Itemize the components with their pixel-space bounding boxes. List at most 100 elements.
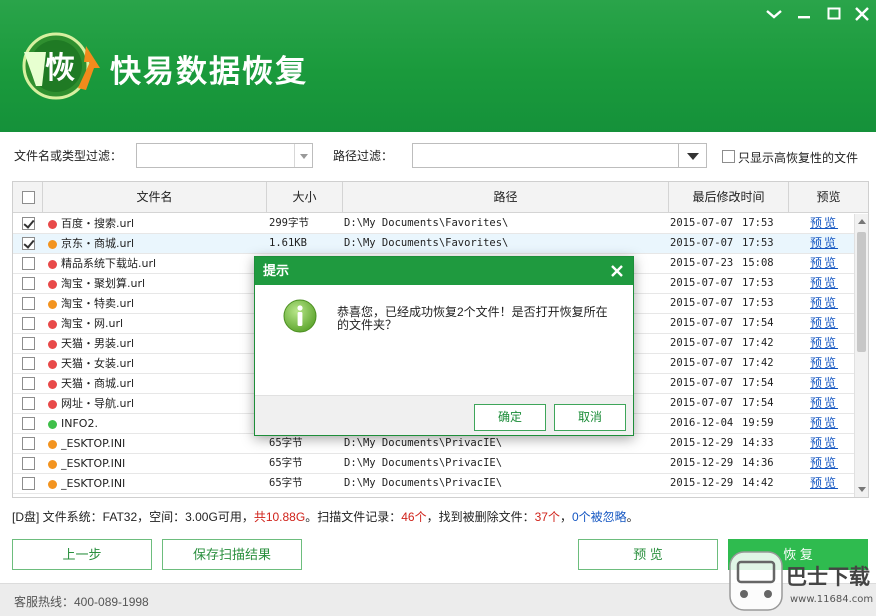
table-row[interactable]: 京东・商城.url 1.61KB D:\My Documents\Favorites…: [13, 234, 854, 254]
path-filter-combo[interactable]: [412, 143, 707, 168]
row-preview-link[interactable]: 预览: [810, 396, 838, 410]
dialog-message: 恭喜您，已经成功恢复2个文件！是否打开恢复所在的文件夹？: [337, 305, 608, 332]
minimize-icon[interactable]: [793, 4, 815, 24]
file-name: 天猫・男装.url: [61, 337, 135, 350]
modified-time: 14:33: [742, 437, 774, 449]
file-path: D:\My Documents\Favorites\: [344, 217, 509, 229]
modified-time: 17:53: [742, 237, 774, 249]
recoverability-dot-icon: [48, 320, 57, 329]
scroll-down-icon[interactable]: [858, 487, 866, 492]
row-preview-link[interactable]: 预览: [810, 316, 838, 330]
status-records: 46个: [401, 510, 427, 524]
recoverability-dot-icon: [48, 300, 57, 309]
recoverability-dot-icon: [48, 280, 57, 289]
name-filter-label: 文件名或类型过滤：: [14, 149, 123, 163]
file-name: _ESKTOP.INI: [61, 457, 126, 470]
row-preview-link[interactable]: 预览: [810, 256, 838, 270]
table-row[interactable]: _ESKTOP.INI 65字节 D:\My Documents\PrivacIE\…: [13, 434, 854, 454]
row-preview-link[interactable]: 预览: [810, 236, 838, 250]
status-ignored: 0个被忽略: [571, 510, 627, 524]
row-preview-link[interactable]: 预览: [810, 216, 838, 230]
file-path: D:\My Documents\PrivacIE\: [344, 477, 503, 489]
scan-status: [D盘] 文件系统：FAT32，空间：3.00G可用，共10.88G。扫描文件记…: [12, 508, 639, 525]
row-checkbox[interactable]: [22, 377, 35, 390]
header-modified[interactable]: 最后修改时间: [669, 182, 789, 213]
row-checkbox[interactable]: [22, 257, 35, 270]
recoverability-dot-icon: [48, 480, 57, 489]
row-checkbox[interactable]: [22, 337, 35, 350]
row-checkbox[interactable]: [22, 357, 35, 370]
row-preview-link[interactable]: 预览: [810, 356, 838, 370]
dialog-close-icon[interactable]: [607, 261, 627, 281]
table-row[interactable]: 百度・搜索.url 299字节 D:\My Documents\Favorites\…: [13, 214, 854, 234]
watermark-text: 巴士下载: [786, 565, 870, 589]
name-filter-combo[interactable]: [136, 143, 313, 168]
path-filter-label: 路径过滤：: [333, 149, 394, 163]
file-name: 天猫・商城.url: [61, 377, 135, 390]
modified-time: 17:42: [742, 357, 774, 369]
high-recovery-checkbox[interactable]: [722, 150, 735, 163]
back-button[interactable]: 上一步: [12, 539, 152, 570]
file-name: 精品系统下载站.url: [61, 257, 157, 270]
row-preview-link[interactable]: 预览: [810, 296, 838, 310]
row-checkbox[interactable]: [22, 237, 35, 250]
row-preview-link[interactable]: 预览: [810, 376, 838, 390]
dialog-ok-button[interactable]: 确定: [474, 404, 546, 431]
table-row[interactable]: _ESKTOP.INI 65字节 D:\My Documents\PrivacIE\…: [13, 474, 854, 494]
row-preview-link[interactable]: 预览: [810, 436, 838, 450]
recoverability-dot-icon: [48, 420, 57, 429]
modified-date: 2015-12-29: [670, 437, 734, 449]
recoverability-dot-icon: [48, 240, 57, 249]
recoverability-dot-icon: [48, 340, 57, 349]
modified-date: 2016-12-04: [670, 417, 734, 429]
row-checkbox[interactable]: [22, 317, 35, 330]
close-icon[interactable]: [851, 4, 873, 24]
high-recovery-label: 只显示高恢复性的文件: [738, 151, 859, 165]
modified-date: 2015-07-07: [670, 397, 734, 409]
scroll-up-icon[interactable]: [858, 219, 866, 224]
modified-date: 2015-07-07: [670, 377, 734, 389]
scroll-thumb[interactable]: [857, 232, 866, 352]
row-checkbox[interactable]: [22, 457, 35, 470]
status-records-label: 。扫描文件记录：: [305, 510, 402, 524]
file-size: 65字节: [269, 457, 303, 469]
header-name[interactable]: 文件名: [43, 182, 267, 213]
recoverability-dot-icon: [48, 460, 57, 469]
header-preview[interactable]: 预览: [789, 182, 868, 213]
row-preview-link[interactable]: 预览: [810, 416, 838, 430]
row-checkbox[interactable]: [22, 437, 35, 450]
save-scan-button[interactable]: 保存扫描结果: [162, 539, 302, 570]
table-header: 文件名 大小 路径 最后修改时间 预览: [13, 182, 868, 213]
file-path: D:\My Documents\PrivacIE\: [344, 437, 503, 449]
file-name: _ESKTOP.INI: [61, 437, 126, 450]
select-all-checkbox[interactable]: [22, 191, 35, 204]
table-row[interactable]: _ESKTOP.INI 65字节 D:\My Documents\PrivacIE\…: [13, 454, 854, 474]
chevron-down-icon[interactable]: [678, 144, 706, 167]
row-checkbox[interactable]: [22, 397, 35, 410]
chevron-down-icon[interactable]: [294, 144, 312, 167]
status-deleted: 37个: [534, 510, 560, 524]
row-preview-link[interactable]: 预览: [810, 276, 838, 290]
row-preview-link[interactable]: 预览: [810, 456, 838, 470]
chevron-down-icon[interactable]: [763, 4, 785, 24]
vertical-scrollbar[interactable]: [854, 214, 868, 497]
modified-time: 17:54: [742, 317, 774, 329]
modified-date: 2015-07-07: [670, 357, 734, 369]
dialog-cancel-button[interactable]: 取消: [554, 404, 626, 431]
header-path[interactable]: 路径: [343, 182, 669, 213]
row-preview-link[interactable]: 预览: [810, 336, 838, 350]
row-preview-link[interactable]: 预览: [810, 476, 838, 490]
row-checkbox[interactable]: [22, 477, 35, 490]
file-path: D:\My Documents\PrivacIE\: [344, 457, 503, 469]
file-name: _ESKTOP.INI: [61, 477, 126, 490]
row-checkbox[interactable]: [22, 277, 35, 290]
modified-date: 2015-07-23: [670, 257, 734, 269]
row-checkbox[interactable]: [22, 417, 35, 430]
row-checkbox[interactable]: [22, 297, 35, 310]
row-checkbox[interactable]: [22, 217, 35, 230]
maximize-icon[interactable]: [823, 4, 845, 24]
modified-time: 17:54: [742, 397, 774, 409]
header-size[interactable]: 大小: [267, 182, 343, 213]
modified-date: 2015-07-07: [670, 317, 734, 329]
preview-button[interactable]: 预 览: [578, 539, 718, 570]
